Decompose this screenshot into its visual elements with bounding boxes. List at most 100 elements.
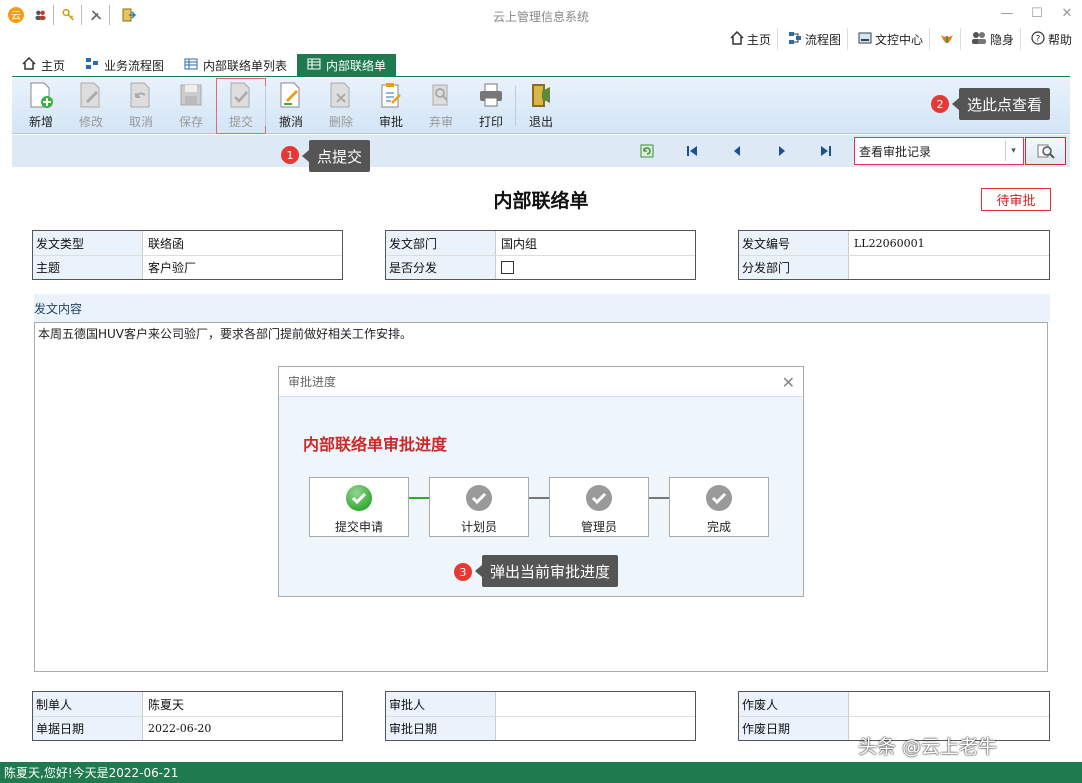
tab-home[interactable]: 主页 bbox=[12, 54, 75, 76]
svg-text:?: ? bbox=[1036, 34, 1041, 44]
withdraw-button[interactable]: 撤消 bbox=[266, 78, 316, 134]
field-row: 主题 客户验厂 bbox=[33, 255, 342, 279]
callout-3: 弹出当前审批进度 bbox=[474, 555, 619, 587]
abandon-button[interactable]: 弃审 bbox=[416, 78, 466, 134]
check-done-icon bbox=[346, 485, 372, 511]
approve-button[interactable]: 审批 bbox=[366, 78, 416, 134]
field-label: 审批人 bbox=[386, 692, 496, 716]
void-by-field[interactable] bbox=[849, 692, 1049, 716]
field-label: 审批日期 bbox=[386, 717, 496, 740]
nav-flowchart-label: 流程图 bbox=[804, 32, 841, 47]
last-icon bbox=[821, 146, 831, 156]
dialog-header: 审批进度 ✕ bbox=[279, 367, 803, 397]
subject-field[interactable]: 客户验厂 bbox=[143, 256, 342, 279]
approve-label: 审批 bbox=[378, 115, 403, 129]
doc-type-field[interactable]: 联络函 bbox=[143, 231, 342, 255]
field-group-approver: 审批人 审批日期 bbox=[385, 691, 696, 741]
toolbar: 新增 修改 取消 保存 提交 撤消 删除 审批 弃审 打印 退出 bbox=[12, 78, 1070, 134]
watermark: 头条 @云上老牛 bbox=[858, 736, 998, 758]
field-label: 主题 bbox=[33, 256, 143, 279]
maximize-button[interactable]: ☐ bbox=[1022, 0, 1052, 26]
field-label: 是否分发 bbox=[386, 256, 496, 279]
field-group-type: 发文类型 联络函 主题 客户验厂 bbox=[32, 230, 343, 280]
dist-dept-field[interactable] bbox=[849, 256, 1049, 279]
withdraw-label: 撤消 bbox=[278, 115, 303, 129]
top-nav: 主页 流程图 文控中心 隐身 ? 帮助 bbox=[724, 28, 1078, 50]
view-button[interactable] bbox=[1025, 137, 1066, 165]
prev-icon bbox=[734, 146, 740, 156]
step-label: 完成 bbox=[706, 520, 731, 534]
submit-button[interactable]: 提交 bbox=[216, 78, 266, 134]
exit-button[interactable]: 退出 bbox=[516, 78, 566, 134]
tab-flowchart[interactable]: 业务流程图 bbox=[75, 54, 174, 76]
callout-3-badge: 3 bbox=[454, 563, 472, 581]
save-label: 保存 bbox=[178, 115, 203, 129]
field-row: 分发部门 bbox=[739, 255, 1049, 279]
last-record-button[interactable] bbox=[818, 143, 834, 159]
tab-contact-form[interactable]: 内部联络单 bbox=[297, 54, 397, 76]
nav-home-label: 主页 bbox=[746, 32, 771, 47]
next-record-button[interactable] bbox=[774, 143, 790, 159]
approve-date-field[interactable] bbox=[496, 717, 695, 740]
callout-1-badge: 1 bbox=[281, 146, 299, 164]
prev-record-button[interactable] bbox=[729, 143, 745, 159]
cancel-button[interactable]: 取消 bbox=[116, 78, 166, 134]
tab-contact-list[interactable]: 内部联络单列表 bbox=[174, 54, 297, 76]
doc-date-field[interactable]: 2022-06-20 bbox=[143, 717, 342, 740]
save-button[interactable]: 保存 bbox=[166, 78, 216, 134]
nav-document-center-label: 文控中心 bbox=[874, 32, 923, 47]
step-label: 管理员 bbox=[580, 520, 617, 534]
content-label: 发文内容 bbox=[34, 294, 1050, 322]
refresh-button[interactable] bbox=[639, 143, 655, 159]
distribute-field bbox=[496, 256, 695, 279]
field-row: 审批人 bbox=[386, 692, 695, 716]
field-label: 制单人 bbox=[33, 692, 143, 716]
close-button[interactable]: ✕ bbox=[1052, 0, 1082, 26]
view-select[interactable]: 查看审批记录 ▾ bbox=[854, 137, 1024, 165]
nav-help[interactable]: ? 帮助 bbox=[1025, 28, 1078, 50]
first-record-button[interactable] bbox=[684, 143, 700, 159]
delete-label: 删除 bbox=[328, 115, 353, 129]
table-icon bbox=[184, 58, 198, 73]
field-group-dept: 发文部门 国内组 是否分发 bbox=[385, 230, 696, 280]
tab-flowchart-label: 业务流程图 bbox=[104, 58, 165, 73]
field-row: 作废人 bbox=[739, 692, 1049, 716]
nav-flowchart[interactable]: 流程图 bbox=[782, 28, 848, 50]
table-icon bbox=[307, 58, 321, 73]
edit-button[interactable]: 修改 bbox=[66, 78, 116, 134]
tab-bar: 主页 业务流程图 内部联络单列表 内部联络单 bbox=[12, 54, 1070, 77]
delete-button[interactable]: 删除 bbox=[316, 78, 366, 134]
chevron-down-icon[interactable]: ▾ bbox=[1005, 141, 1021, 161]
step-submit: 提交申请 bbox=[309, 477, 409, 537]
printer-icon bbox=[477, 81, 505, 109]
view-select-value: 查看审批记录 bbox=[859, 144, 932, 159]
field-group-docno: 发文编号 LL22060001 分发部门 bbox=[738, 230, 1050, 280]
field-row: 制单人 陈夏天 bbox=[33, 692, 342, 716]
nav-leaf[interactable] bbox=[934, 28, 961, 50]
nav-invisible[interactable]: 隐身 bbox=[965, 28, 1021, 50]
approver-field[interactable] bbox=[496, 692, 695, 716]
new-button[interactable]: 新增 bbox=[16, 78, 66, 134]
print-button[interactable]: 打印 bbox=[466, 78, 516, 134]
field-row: 审批日期 bbox=[386, 716, 695, 740]
nav-document-center[interactable]: 文控中心 bbox=[852, 28, 930, 50]
step-admin: 管理员 bbox=[549, 477, 649, 537]
page-title: 内部联络单 bbox=[493, 190, 589, 212]
cancel-label: 取消 bbox=[128, 115, 153, 129]
distribute-checkbox[interactable] bbox=[501, 261, 514, 274]
doc-no-field[interactable]: LL22060001 bbox=[849, 231, 1049, 255]
nav-home[interactable]: 主页 bbox=[724, 28, 778, 50]
creator-field[interactable]: 陈夏天 bbox=[143, 692, 342, 716]
step-connector bbox=[649, 497, 669, 499]
exit-door-icon bbox=[527, 81, 555, 109]
undo-icon bbox=[127, 81, 155, 109]
minimize-button[interactable]: — bbox=[992, 0, 1022, 26]
field-label: 发文编号 bbox=[739, 231, 849, 255]
document-center-icon bbox=[858, 31, 872, 48]
dept-field[interactable]: 国内组 bbox=[496, 231, 695, 255]
callout-2: 选此点查看 bbox=[951, 88, 1051, 120]
step-connector-done bbox=[409, 497, 429, 499]
approve-icon bbox=[377, 81, 405, 109]
title-bar: 云 云上管理信息系统 — ☐ ✕ bbox=[0, 0, 1082, 30]
close-icon[interactable]: ✕ bbox=[782, 373, 795, 392]
